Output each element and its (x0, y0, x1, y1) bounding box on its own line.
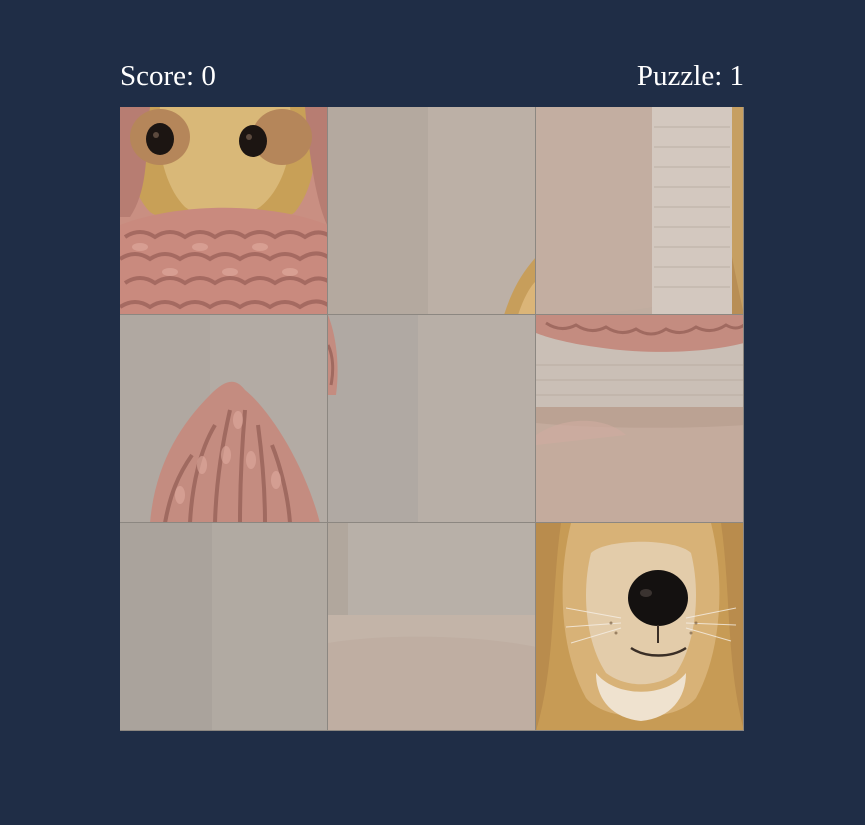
score-label: Score: 0 (120, 60, 216, 92)
puzzle-board (120, 107, 744, 731)
puzzle-tile-9[interactable] (536, 523, 744, 731)
game-hud: Score: 0 Puzzle: 1 (120, 58, 744, 94)
puzzle-tile-4[interactable] (120, 315, 328, 523)
tile-2-image (328, 107, 535, 314)
puzzle-tile-5[interactable] (328, 315, 536, 523)
tile-7-image (120, 523, 327, 730)
tile-9-image (536, 523, 743, 730)
tile-6-image (536, 315, 743, 522)
tile-1-image (120, 107, 327, 314)
tile-3-image (536, 107, 743, 314)
puzzle-tile-1[interactable] (120, 107, 328, 315)
puzzle-tile-6[interactable] (536, 315, 744, 523)
puzzle-tile-7[interactable] (120, 523, 328, 731)
puzzle-label: Puzzle: 1 (636, 60, 744, 92)
puzzle-tile-8[interactable] (328, 523, 536, 731)
puzzle-tile-2[interactable] (328, 107, 536, 315)
tile-8-image (328, 523, 535, 730)
tile-5-image (328, 315, 535, 522)
tile-4-image (120, 315, 327, 522)
puzzle-tile-3[interactable] (536, 107, 744, 315)
